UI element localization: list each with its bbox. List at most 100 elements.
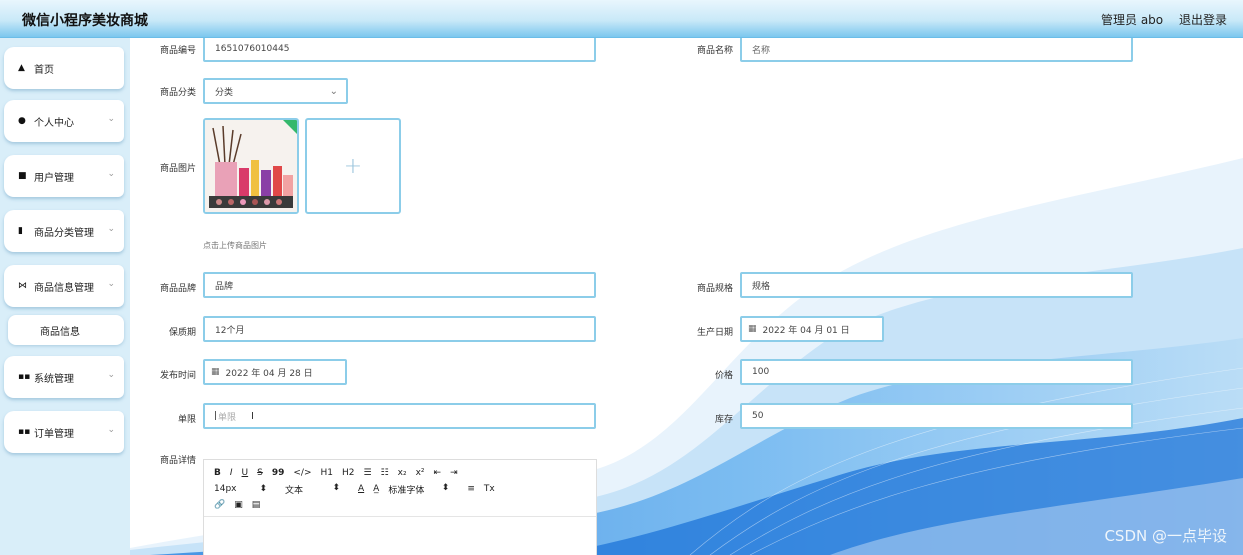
sidebar-item-user-management[interactable]: ■ 用户管理 ⌄ (4, 155, 124, 197)
uploaded-image-thumb[interactable] (203, 118, 299, 214)
chevron-down-icon: ⌄ (107, 279, 115, 289)
chevron-down-icon: ⌄ (107, 224, 115, 234)
header-actions: 管理员 abo 退出登录 (1089, 11, 1227, 28)
production-date-value: 2022 年 04 月 01 日 (762, 325, 850, 336)
chevron-down-icon: ⌄ (107, 169, 115, 179)
detail-label: 商品详情 (159, 456, 196, 466)
text-type-select[interactable]: 文本 ⬍ (285, 483, 349, 496)
image-upload-button[interactable]: + (305, 118, 401, 214)
italic-button[interactable]: I (230, 468, 233, 478)
top-header: 微信小程序美妆商城 管理员 abo 退出登录 (0, 0, 1243, 38)
sidebar-item-home[interactable]: ▲ 首页 (4, 47, 124, 89)
product-no-input[interactable]: 1651076010445 (203, 38, 596, 62)
bowtie-icon: ⋈ (18, 281, 27, 291)
font-color-button[interactable]: A (358, 484, 364, 494)
admin-user-label: 管理员 abo (1101, 13, 1164, 27)
sidebar-subitem-product-info[interactable]: 商品信息 (8, 315, 124, 345)
font-family-select[interactable]: 标准字体 ⬍ (388, 483, 458, 496)
product-no-label: 商品编号 (159, 46, 196, 56)
select-arrows-icon: ⬍ (441, 482, 450, 493)
font-size-value: 14px (214, 484, 237, 494)
outdent-button[interactable]: ⇤ (434, 468, 442, 478)
publish-time-value: 2022 年 04 月 28 日 (225, 368, 313, 379)
h2-button[interactable]: H2 (342, 468, 355, 478)
price-input[interactable]: 100 (740, 359, 1133, 385)
sidebar-subitem-label: 商品信息 (40, 326, 80, 338)
brand-input[interactable]: 品牌 (203, 272, 596, 298)
brand-label: 商品品牌 (159, 284, 196, 294)
underline-button[interactable]: U (242, 468, 249, 478)
publish-time-label: 发布时间 (159, 371, 196, 381)
sidebar-item-label: 订单管理 (34, 428, 74, 440)
shelf-life-input[interactable]: 12个月 (203, 316, 596, 342)
category-label: 商品分类 (159, 88, 196, 98)
background-color-button[interactable]: A̲ (373, 484, 379, 494)
bullet-list-button[interactable]: ☷ (381, 468, 389, 478)
indent-button[interactable]: ⇥ (450, 468, 458, 478)
bold-button[interactable]: B (214, 468, 221, 478)
stock-value: 50 (752, 411, 764, 421)
video-icon[interactable]: ▤ (252, 500, 261, 510)
stock-input[interactable]: 50 (740, 403, 1133, 429)
brand-value: 品牌 (215, 281, 234, 292)
sidebar-item-product-management[interactable]: ⋈ 商品信息管理 ⌄ (4, 265, 124, 307)
superscript-button[interactable]: x² (416, 468, 425, 478)
align-button[interactable]: ≡ (467, 484, 475, 494)
product-name-input[interactable]: 名称 (740, 38, 1133, 62)
editor-divider (204, 516, 596, 517)
sidebar-item-system-management[interactable]: ▪▪ 系统管理 ⌄ (4, 356, 124, 398)
sidebar-item-label: 系统管理 (34, 373, 74, 385)
subscript-button[interactable]: x₂ (398, 468, 407, 478)
link-icon[interactable]: 🔗 (214, 500, 225, 510)
editor-toolbar-row-2: 14px ⬍ 文本 ⬍ A A̲ 标准字体 ⬍ ≡ Tx (214, 482, 504, 496)
spec-label: 商品规格 (696, 284, 733, 294)
text-cursor-icon: I (251, 411, 254, 422)
limit-input[interactable]: | 单限 I (203, 403, 596, 429)
spec-value: 规格 (752, 281, 771, 292)
font-size-select[interactable]: 14px ⬍ (214, 484, 276, 494)
stock-label: 库存 (714, 415, 733, 425)
watermark: CSDN @一点毕设 (1104, 527, 1227, 545)
text-caret: | (214, 411, 218, 421)
category-select[interactable]: 分类 ⌄ (203, 78, 348, 104)
price-value: 100 (752, 367, 770, 377)
shelf-life-value: 12个月 (215, 325, 245, 336)
category-select-value: 分类 (215, 87, 234, 98)
price-label: 价格 (714, 371, 733, 381)
sidebar-item-label: 商品信息管理 (34, 282, 94, 294)
product-name-placeholder: 名称 (752, 45, 771, 56)
sidebar-item-personal-center[interactable]: ● 个人中心 ⌄ (4, 100, 124, 142)
calendar-icon: ▦ (748, 324, 757, 334)
code-button[interactable]: </> (293, 468, 311, 478)
select-arrows-icon: ⬍ (259, 484, 267, 494)
home-icon: ▲ (18, 63, 25, 73)
image-icon[interactable]: ▣ (234, 500, 243, 510)
limit-label: 单限 (177, 415, 196, 425)
logout-link[interactable]: 退出登录 (1179, 13, 1227, 27)
clear-format-button[interactable]: Tx (484, 484, 495, 494)
strike-button[interactable]: S (257, 468, 263, 478)
ordered-list-button[interactable]: ☰ (364, 468, 372, 478)
production-date-label: 生产日期 (696, 328, 733, 338)
chevron-down-icon: ⌄ (107, 425, 115, 435)
quote-button[interactable]: 99 (272, 468, 285, 478)
sidebar: ▲ 首页 ● 个人中心 ⌄ ■ 用户管理 ⌄ ▮ 商品分类管理 ⌄ ⋈ 商品信息… (0, 38, 130, 555)
chevron-down-icon: ⌄ (329, 85, 338, 97)
h1-button[interactable]: H1 (321, 468, 334, 478)
grid-icon: ▪▪ (18, 427, 31, 437)
spec-input[interactable]: 规格 (740, 272, 1133, 298)
plus-icon: + (343, 153, 363, 179)
rich-text-editor[interactable]: B I U S 99 </> H1 H2 ☰ ☷ x₂ x² ⇤ ⇥ 14px ⬍… (203, 459, 597, 555)
sidebar-item-order-management[interactable]: ▪▪ 订单管理 ⌄ (4, 411, 124, 453)
calendar-icon: ▦ (211, 367, 220, 377)
app-title: 微信小程序美妆商城 (22, 13, 148, 29)
sidebar-item-category-management[interactable]: ▮ 商品分类管理 ⌄ (4, 210, 124, 252)
sidebar-item-label: 首页 (34, 64, 54, 76)
chevron-down-icon: ⌄ (107, 114, 115, 124)
publish-time-picker[interactable]: ▦ 2022 年 04 月 28 日 (203, 359, 347, 385)
user-icon: ● (18, 116, 26, 126)
production-date-picker[interactable]: ▦ 2022 年 04 月 01 日 (740, 316, 884, 342)
product-name-label: 商品名称 (696, 46, 733, 56)
clipboard-icon: ▮ (18, 226, 23, 236)
limit-placeholder: 单限 (218, 412, 237, 423)
